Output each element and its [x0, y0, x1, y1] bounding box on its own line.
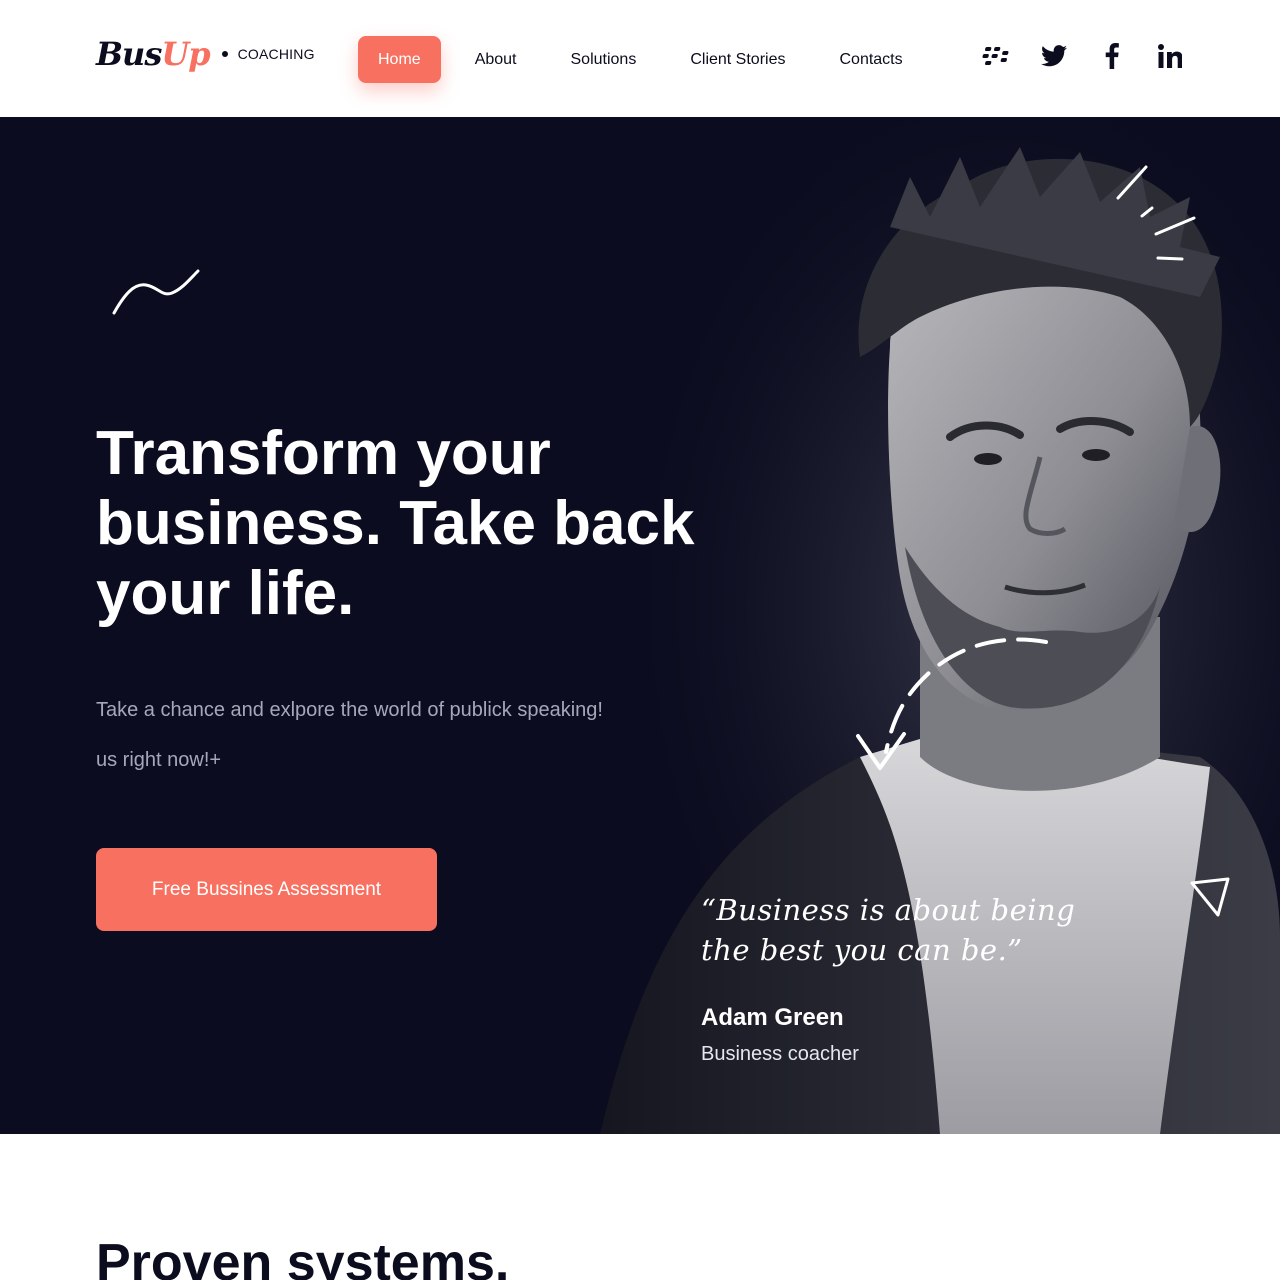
twitter-icon[interactable] [1040, 42, 1068, 70]
linkedin-icon[interactable] [1156, 42, 1184, 70]
nav-client-stories[interactable]: Client Stories [690, 51, 785, 69]
logo-tagline: COACHING [237, 46, 315, 62]
logo-text-bus: Bus [96, 35, 162, 73]
nav-about[interactable]: About [475, 51, 517, 69]
facebook-icon[interactable] [1098, 42, 1126, 70]
proven-systems-heading: Proven systems. [96, 1234, 510, 1280]
hero-subtitle: Take a chance and exlpore the world of p… [96, 699, 603, 721]
logo-dot [221, 51, 228, 57]
coach-quote: “Business is about being the best you ca… [701, 893, 1076, 967]
nav-home[interactable]: Home [358, 36, 441, 83]
logo-text-up: Up [161, 35, 210, 73]
dashed-arrow-decoration-icon [856, 637, 1048, 770]
quote-author-name: Adam Green [701, 1004, 844, 1031]
sparkle-decoration-icon [1116, 165, 1196, 261]
social-links [952, 42, 1184, 70]
main-nav: Home About Solutions Client Stories Cont… [358, 36, 957, 83]
hero-section: Transform your business. Take back your … [0, 117, 1280, 1134]
brand-logo[interactable]: Bus Up COACHING [96, 30, 315, 78]
free-assessment-button[interactable]: Free Bussines Assessment [96, 848, 437, 931]
quote-author-role: Business coacher [701, 1043, 859, 1065]
squiggle-decoration-icon [112, 269, 200, 315]
nav-solutions[interactable]: Solutions [571, 51, 637, 69]
site-header: Bus Up COACHING Home About Solutions Cli… [0, 0, 1280, 117]
blackberry-icon[interactable] [982, 42, 1010, 70]
triangle-decoration-icon [1190, 877, 1230, 917]
hero-subtitle-secondary: us right now!+ [96, 749, 222, 771]
hero-title: Transform your business. Take back your … [96, 419, 695, 628]
nav-contacts[interactable]: Contacts [839, 51, 902, 69]
